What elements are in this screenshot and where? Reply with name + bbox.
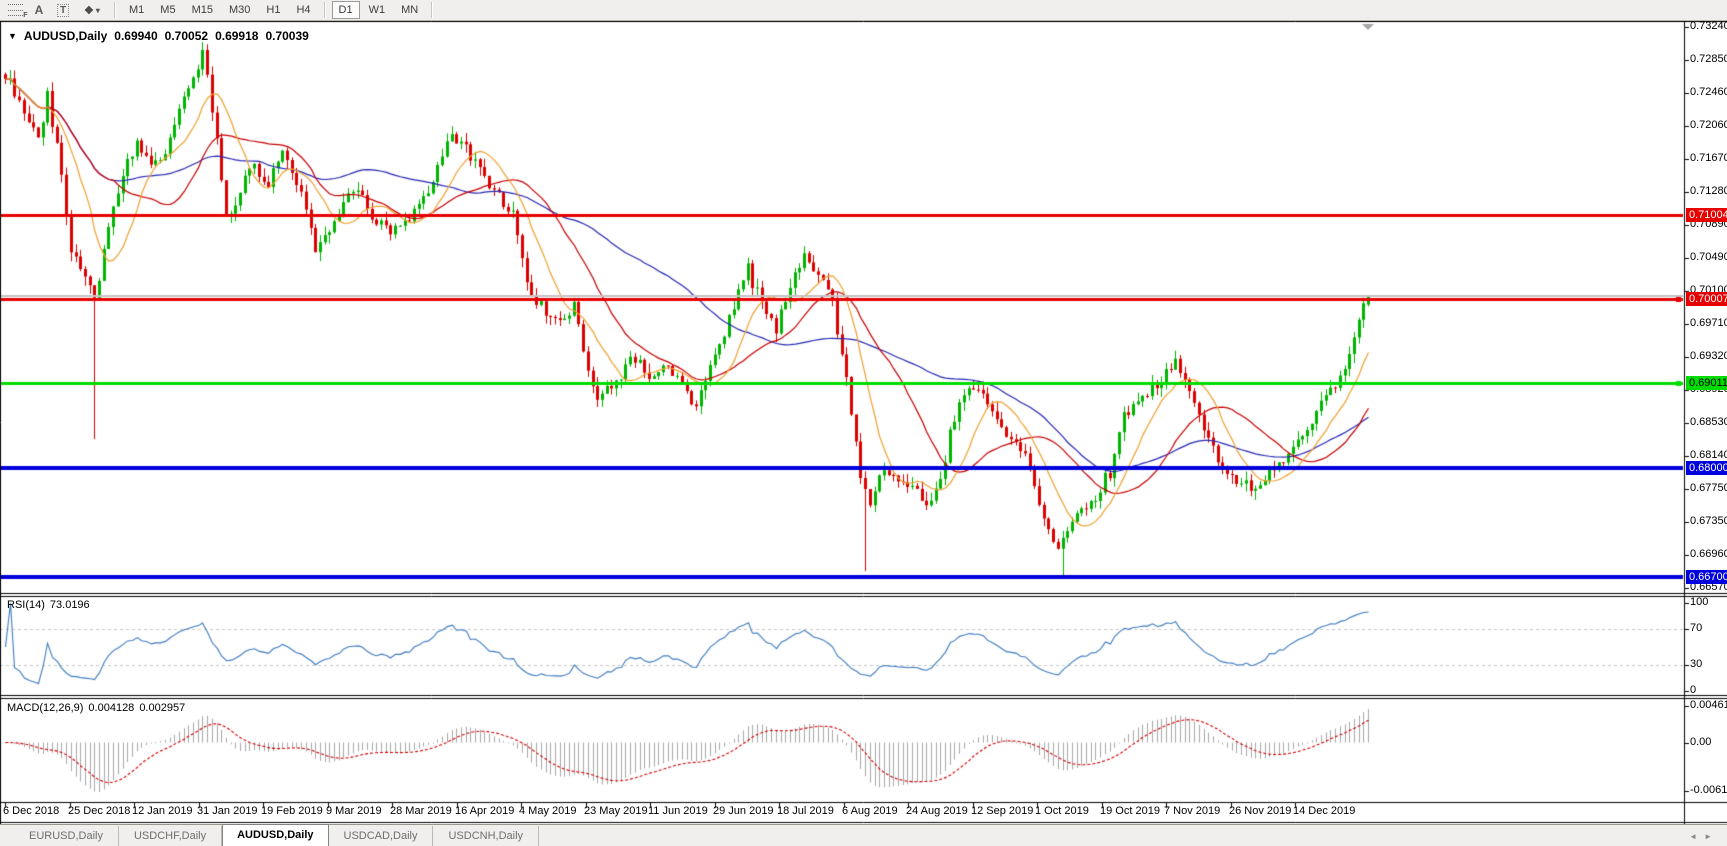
rsi-level-label: 0: [1690, 684, 1697, 696]
date-label: 11 Jun 2019: [648, 805, 708, 817]
price-tick-label: 0.72060: [1690, 119, 1727, 131]
date-label: 6 Aug 2019: [842, 805, 898, 817]
chart-tab-audusd[interactable]: AUDUSD,Daily: [222, 824, 329, 846]
rsi-current-value: 73.0196: [49, 599, 90, 611]
toolbar-separator: [431, 2, 434, 18]
date-label: 19 Feb 2019: [261, 805, 323, 817]
symbol-label: AUDUSD,Daily: [23, 29, 108, 43]
chart-overlays: ▼ AUDUSD,Daily 0.69940 0.70052 0.69918 0…: [0, 20, 1727, 824]
tab-scroll-right-icon[interactable]: ►: [1704, 832, 1719, 841]
timeframe-button-h4[interactable]: H4: [289, 1, 317, 19]
fibonacci-icon: F: [7, 4, 28, 19]
price-tick-label: 0.68140: [1690, 449, 1727, 461]
price-tick-label: 0.69320: [1690, 350, 1727, 362]
collapse-indicator-icon[interactable]: ▼: [8, 31, 17, 41]
ohlc-open: 0.69940: [114, 29, 158, 43]
date-label: 31 Jan 2019: [197, 805, 258, 817]
mt4-window: F A T ❖ ▾ M1 M5 M15 M30 H1 H4 D1 W1 MN ▼ AUDUSD,…: [0, 0, 1727, 846]
chart-tab-usdcnh[interactable]: USDCNH,Daily: [433, 826, 540, 846]
tab-scroll-left-icon[interactable]: ◄: [1689, 832, 1704, 841]
text-box-tool-button[interactable]: T: [51, 1, 75, 19]
hline-price-label: 0.68000: [1686, 461, 1727, 475]
price-tick-label: 0.67350: [1690, 515, 1727, 527]
price-tick-label: 0.71280: [1690, 185, 1727, 197]
rsi-indicator-label: RSI(14) 73.0196: [7, 599, 90, 611]
text-label-tool-button[interactable]: A: [27, 1, 51, 19]
price-tick-label: 0.72460: [1690, 86, 1727, 98]
date-label: 26 Nov 2019: [1229, 805, 1292, 817]
date-label: 18 Jul 2019: [777, 805, 834, 817]
rsi-level-label: 70: [1690, 622, 1703, 634]
date-label: 6 Dec 2018: [3, 805, 60, 817]
hline-price-label: 0.71004: [1686, 208, 1727, 222]
macd-signal-value: 0.002957: [139, 702, 186, 714]
date-label: 7 Nov 2019: [1164, 805, 1221, 817]
ohlc-close: 0.70039: [265, 29, 309, 43]
rsi-level-label: 30: [1690, 658, 1703, 670]
chart-tab-usdchf[interactable]: USDCHF,Daily: [119, 826, 223, 846]
date-label: 1 Oct 2019: [1035, 805, 1089, 817]
macd-name: MACD(12,26,9): [7, 702, 84, 714]
ohlc-high: 0.70052: [164, 29, 209, 43]
price-tick-label: 0.69710: [1690, 317, 1727, 329]
price-tick-label: 0.68530: [1690, 416, 1727, 428]
shapes-icon: ❖: [84, 4, 94, 17]
price-tick-label: 0.72850: [1690, 53, 1727, 65]
macd-main-value: 0.004128: [88, 702, 135, 714]
rsi-level-label: 100: [1690, 596, 1709, 608]
hline-price-label: 0.70007: [1686, 292, 1727, 306]
price-tick-label: 0.71670: [1690, 152, 1727, 164]
macd-level-label: 0.00: [1690, 736, 1712, 748]
date-label: 25 Dec 2018: [68, 805, 131, 817]
price-tick-label: 0.70490: [1690, 251, 1727, 263]
chart-tab-eurusd[interactable]: EURUSD,Daily: [14, 826, 119, 846]
timeframe-button-m15[interactable]: M15: [185, 1, 220, 19]
date-label: 29 Jun 2019: [713, 805, 774, 817]
fibonacci-tool-button[interactable]: F: [3, 1, 28, 19]
timeframe-button-m1[interactable]: M1: [122, 1, 151, 19]
date-label: 16 Apr 2019: [455, 805, 515, 817]
macd-level-label: 0.004616: [1690, 699, 1727, 711]
timeframe-button-mn[interactable]: MN: [394, 1, 425, 19]
chart-tab-usdcad[interactable]: USDCAD,Daily: [329, 826, 434, 846]
price-tick-label: 0.67750: [1690, 482, 1727, 494]
timeframe-button-m30[interactable]: M30: [222, 1, 257, 19]
date-label: 23 May 2019: [584, 805, 648, 817]
date-label: 9 Mar 2019: [326, 805, 382, 817]
macd-level-label: -0.006126: [1690, 784, 1727, 796]
price-tick-label: 0.73240: [1690, 20, 1727, 32]
toolbar-separator: [114, 2, 116, 18]
timeframe-button-w1[interactable]: W1: [362, 1, 393, 19]
date-label: 4 May 2019: [519, 805, 577, 817]
date-label: 28 Mar 2019: [390, 805, 452, 817]
rsi-name: RSI(14): [7, 599, 45, 611]
price-tick-label: 0.66960: [1690, 548, 1727, 560]
ohlc-low: 0.69918: [215, 29, 259, 43]
date-label: 12 Sep 2019: [971, 805, 1034, 817]
date-label: 14 Dec 2019: [1293, 805, 1356, 817]
toolbar: F A T ❖ ▾ M1 M5 M15 M30 H1 H4 D1 W1 MN: [0, 0, 1727, 21]
chart-tabs: EURUSD,Daily USDCHF,Daily AUDUSD,Daily USDC…: [14, 824, 540, 846]
toolbar-separator: [323, 2, 326, 18]
date-label: 12 Jan 2019: [132, 805, 193, 817]
timeframe-button-h1[interactable]: H1: [259, 1, 287, 19]
date-label: 24 Aug 2019: [906, 805, 968, 817]
timeframe-button-d1[interactable]: D1: [331, 1, 360, 19]
chart-tabs-bar: EURUSD,Daily USDCHF,Daily AUDUSD,Daily USDC…: [0, 824, 1727, 846]
text-box-icon: T: [56, 3, 70, 17]
chart-title: ▼ AUDUSD,Daily 0.69940 0.70052 0.69918 0…: [8, 29, 309, 43]
date-label: 19 Oct 2019: [1100, 805, 1160, 817]
hline-price-label: 0.66700: [1686, 570, 1727, 584]
macd-indicator-label: MACD(12,26,9) 0.004128 0.002957: [7, 702, 185, 714]
hline-price-label: 0.69011: [1686, 376, 1727, 390]
text-label-icon: A: [34, 3, 44, 17]
chevron-down-icon: ▾: [95, 5, 100, 15]
tab-scroll-arrows[interactable]: ◄►: [1689, 832, 1719, 841]
shapes-tool-button[interactable]: ❖ ▾: [75, 1, 109, 19]
chart-area[interactable]: ▼ AUDUSD,Daily 0.69940 0.70052 0.69918 0…: [0, 20, 1727, 824]
timeframe-button-group: M1 M5 M15 M30 H1 H4 D1 W1 MN: [121, 1, 438, 19]
timeframe-button-m5[interactable]: M5: [153, 1, 182, 19]
